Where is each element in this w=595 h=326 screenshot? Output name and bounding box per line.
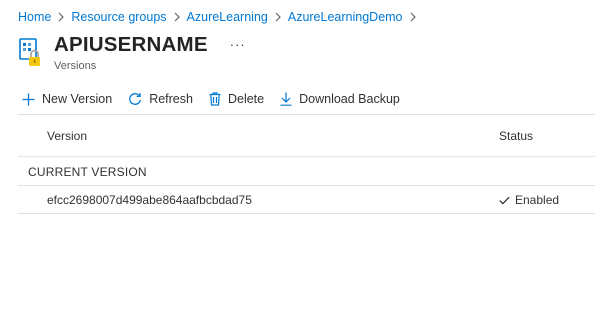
table-header: Version Status	[18, 115, 595, 157]
group-header-current-version: CURRENT VERSION	[18, 157, 595, 186]
trash-icon	[209, 92, 221, 106]
refresh-label: Refresh	[149, 92, 193, 106]
page-subtitle: Versions	[54, 60, 97, 72]
plus-icon	[22, 93, 35, 105]
refresh-button[interactable]: Refresh	[128, 92, 193, 106]
chevron-right-icon	[167, 12, 187, 22]
refresh-icon	[129, 93, 142, 105]
command-bar: New Version Refresh Delete Download Back…	[22, 88, 416, 110]
download-backup-button[interactable]: Download Backup	[280, 92, 400, 106]
new-version-label: New Version	[42, 92, 113, 106]
breadcrumb-azurelearningdemo[interactable]: AzureLearningDemo	[288, 10, 403, 24]
download-backup-label: Download Backup	[299, 92, 400, 106]
breadcrumb-azurelearning[interactable]: AzureLearning	[187, 10, 268, 24]
versions-table: Version Status CURRENT VERSION efcc26980…	[18, 115, 595, 214]
delete-label: Delete	[227, 92, 265, 106]
secret-resource-icon	[18, 38, 44, 68]
breadcrumb: Home Resource groups AzureLearning Azure…	[18, 8, 423, 26]
page-header: APIUSERNAME Versions ···	[18, 34, 246, 74]
page-title: APIUSERNAME	[54, 33, 208, 56]
chevron-right-icon	[268, 12, 288, 22]
chevron-right-icon	[51, 12, 71, 22]
delete-button[interactable]: Delete	[209, 92, 264, 106]
version-id-link[interactable]: efcc2698007d499abe864aafbcbdad75	[47, 193, 252, 207]
status-cell: Enabled	[499, 193, 559, 207]
breadcrumb-resource-groups[interactable]: Resource groups	[71, 10, 166, 24]
new-version-button[interactable]: New Version	[22, 92, 112, 106]
column-header-version[interactable]: Version	[47, 129, 87, 143]
status-label: Enabled	[515, 193, 560, 207]
download-icon	[280, 92, 292, 106]
breadcrumb-home[interactable]: Home	[18, 10, 51, 24]
more-options-button[interactable]: ···	[230, 37, 246, 52]
title-block: APIUSERNAME Versions	[54, 33, 208, 73]
checkmark-icon	[499, 196, 510, 204]
group-label: CURRENT VERSION	[28, 165, 147, 179]
chevron-right-icon	[403, 12, 423, 22]
column-header-status[interactable]: Status	[499, 129, 533, 143]
table-row[interactable]: efcc2698007d499abe864aafbcbdad75 Enabled	[18, 186, 595, 214]
